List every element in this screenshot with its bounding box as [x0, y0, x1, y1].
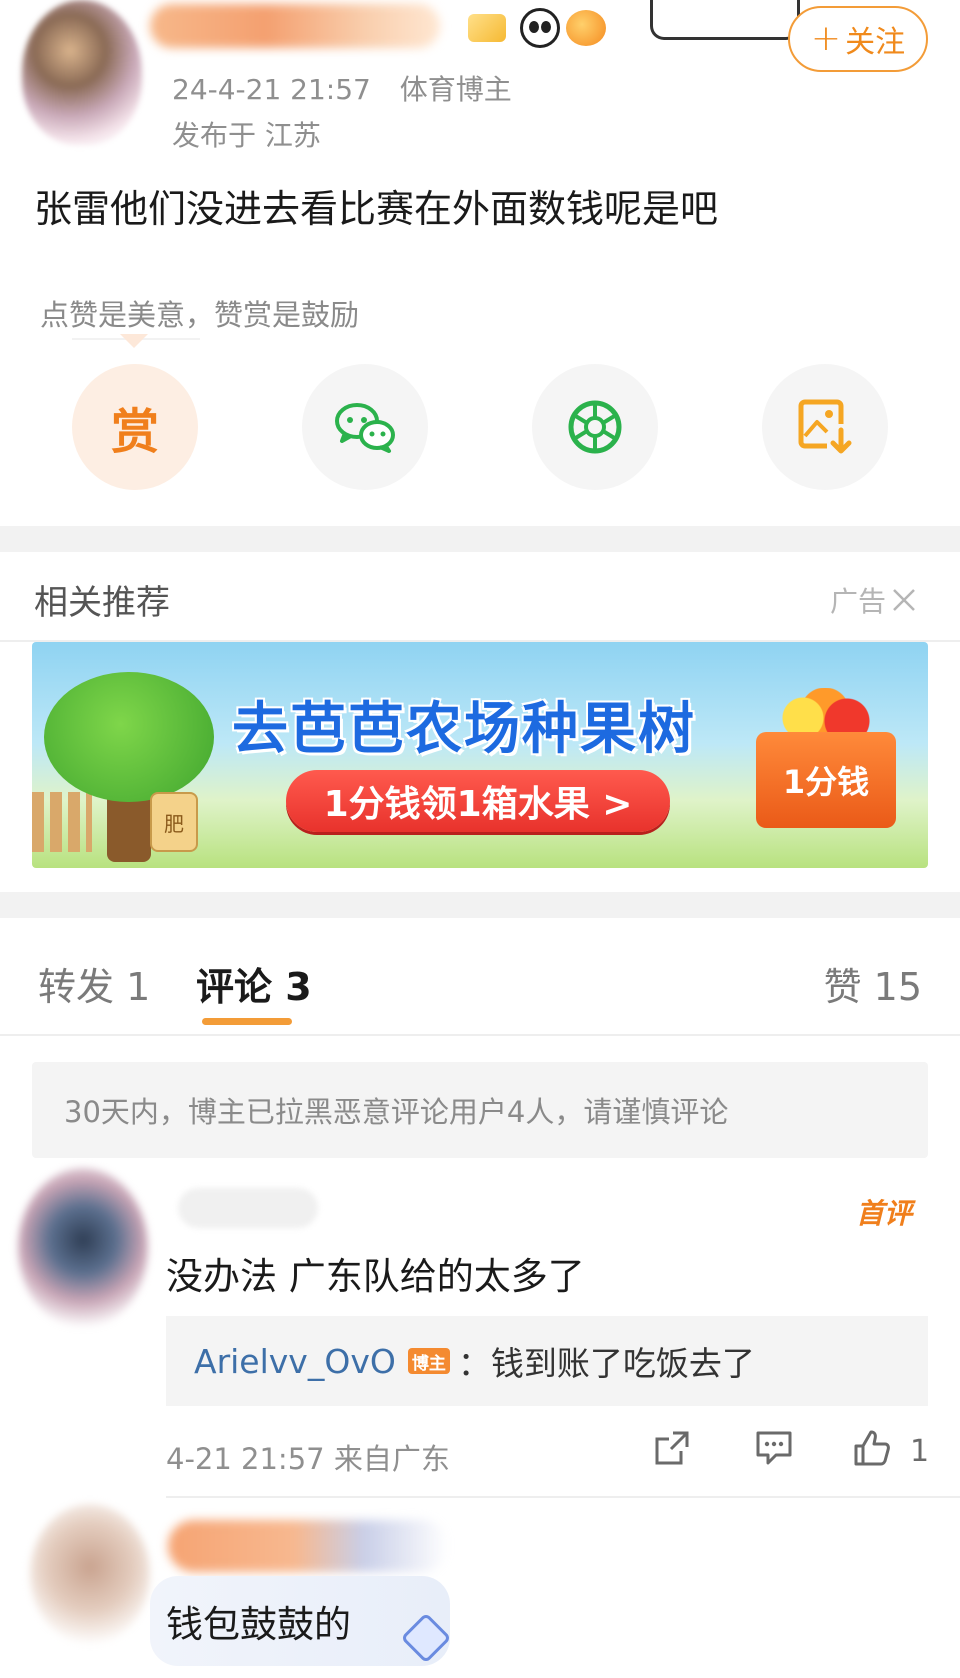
share-row: 赏 — [0, 364, 960, 494]
reward-button[interactable]: 赏 — [72, 364, 198, 490]
plus-icon: + — [810, 18, 842, 59]
panda-badge-icon — [520, 8, 560, 48]
wechat-icon — [335, 403, 395, 453]
post-timestamp: 24-4-21 21:57 — [172, 73, 371, 106]
hint-arrow-icon — [120, 334, 148, 348]
fence-illustration — [32, 792, 92, 852]
reply-box[interactable]: Arielvv_OvO 博主 ：钱到账了吃饭去了 — [166, 1316, 928, 1406]
sticker-badge-icon — [650, 0, 800, 40]
fruit-tree-illustration — [44, 672, 214, 802]
active-tab-indicator — [202, 1018, 292, 1025]
save-image-icon — [798, 399, 852, 454]
tab-repost[interactable]: 转发 1 — [38, 956, 150, 1011]
comment-like-count: 1 — [910, 1434, 930, 1469]
section-divider — [0, 526, 960, 552]
comment-notice: 30天内，博主已拉黑恶意评论用户4人，请谨慎评论 — [32, 1062, 928, 1158]
ad-label: 广告 — [830, 585, 887, 618]
close-icon — [893, 589, 915, 611]
fertilizer-bag-illustration: 肥 — [150, 792, 198, 852]
comment-share-button[interactable] — [652, 1426, 692, 1470]
save-image-button[interactable] — [762, 364, 888, 490]
share-icon — [655, 1431, 689, 1465]
follow-button[interactable]: + 关注 — [788, 6, 928, 72]
share-moments-button[interactable] — [532, 364, 658, 490]
comment-like-button[interactable] — [852, 1426, 892, 1470]
moments-icon — [568, 400, 622, 454]
reply-username[interactable]: Arielvv_OvO — [194, 1342, 396, 1381]
recommend-title: 相关推荐 — [34, 583, 170, 623]
ad-banner[interactable]: 肥 去芭芭农场种果树 1分钱领1箱水果 > 1分钱 — [32, 642, 928, 868]
comment-icon — [756, 1431, 792, 1465]
author-avatar[interactable] — [22, 0, 142, 145]
ad-close-button[interactable]: 广告 — [830, 580, 918, 620]
comment-text: 钱包鼓鼓的 — [166, 1603, 351, 1646]
tab-likes[interactable]: 赞 15 — [824, 956, 922, 1011]
comment-username-redacted[interactable] — [168, 1520, 448, 1572]
comment-avatar[interactable] — [18, 1168, 148, 1328]
post-text: 张雷他们没进去看比赛在外面数钱呢是吧 — [34, 187, 719, 231]
ad-headline: 去芭芭农场种果树 — [232, 697, 696, 762]
ad-cta-button[interactable]: 1分钱领1箱水果 > — [286, 770, 670, 832]
first-comment-badge: 首评 — [856, 1197, 913, 1230]
tabs-divider — [0, 1034, 960, 1036]
post-meta: 24-4-21 21:57 体育博主 — [172, 68, 512, 108]
thumbs-up-icon — [854, 1430, 890, 1466]
comment-divider — [166, 1496, 960, 1498]
tab-bar: 转发 1 评论 3 赞 15 — [0, 938, 960, 1034]
post-location: 发布于 江苏 — [172, 119, 321, 152]
author-tag: 体育博主 — [399, 73, 512, 106]
author-name-redacted[interactable] — [150, 4, 440, 48]
fish-badge-icon — [566, 10, 606, 46]
reward-hint: 点赞是美意，赞赏是鼓励 — [40, 298, 360, 332]
gold-badge-icon — [468, 14, 506, 42]
comment-reply-button[interactable] — [754, 1426, 794, 1470]
section-divider — [0, 892, 960, 918]
post-header: + 关注 24-4-21 21:57 体育博主 发布于 江苏 — [0, 0, 960, 160]
ad-price-box: 1分钱 — [756, 732, 896, 828]
comment-avatar[interactable] — [30, 1504, 150, 1644]
reply-text: ：钱到账了吃饭去了 — [457, 1344, 755, 1383]
reward-icon: 赏 — [110, 404, 159, 460]
comment-username-redacted[interactable] — [178, 1188, 318, 1228]
comment-meta: 4-21 21:57 来自广东 — [166, 1442, 450, 1476]
share-wechat-button[interactable] — [302, 364, 428, 490]
comment-text: 没办法 广东队给的太多了 — [166, 1255, 585, 1298]
blogger-badge: 博主 — [407, 1348, 450, 1374]
tab-comments[interactable]: 评论 3 — [196, 956, 312, 1011]
follow-label: 关注 — [845, 25, 906, 60]
